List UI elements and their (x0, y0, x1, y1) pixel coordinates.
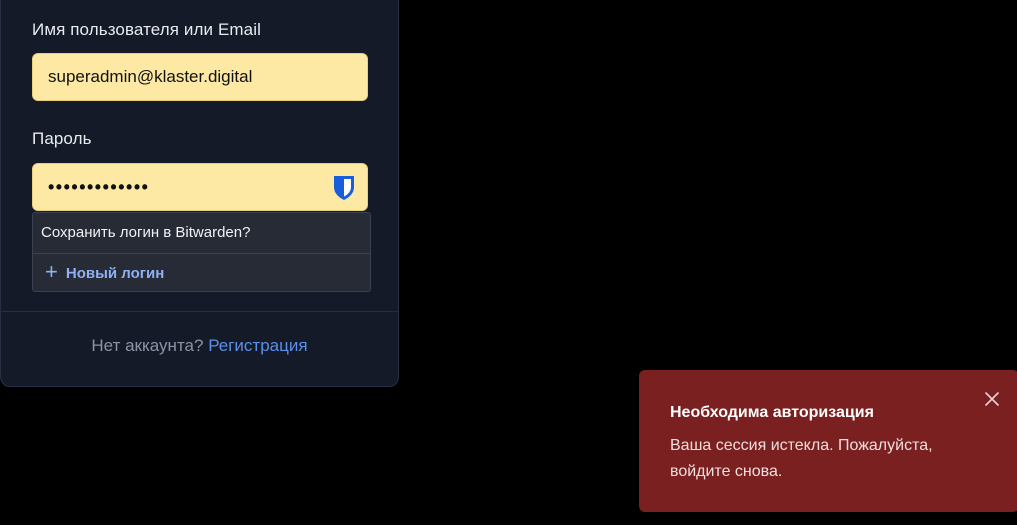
bitwarden-popup-title: Сохранить логин в Bitwarden? (41, 224, 251, 241)
new-login-button[interactable]: + Новый логин (45, 259, 165, 284)
card-divider (1, 311, 398, 312)
password-value: ••••••••••••• (48, 176, 150, 197)
username-label: Имя пользователя или Email (32, 20, 261, 39)
login-card: Имя пользователя или Email superadmin@kl… (0, 0, 399, 387)
close-icon[interactable] (985, 392, 999, 406)
toast-message: Ваша сессия истекла. Пожалуйста, войдите… (670, 437, 933, 480)
bitwarden-shield-icon[interactable] (332, 175, 356, 201)
signup-line: Нет аккаунта? Регистрация (1, 336, 398, 356)
password-input[interactable]: ••••••••••••• (32, 163, 368, 211)
new-login-label: Новый логин (65, 264, 165, 282)
plus-icon: + (45, 259, 58, 284)
password-label: Пароль (32, 129, 92, 148)
signup-link[interactable]: Регистрация (208, 336, 307, 355)
username-input[interactable]: superadmin@klaster.digital (32, 53, 368, 101)
toast-title: Необходима авторизация (670, 404, 874, 421)
popup-divider (33, 253, 370, 254)
signup-prompt: Нет аккаунта? (91, 336, 204, 355)
bitwarden-save-popup: Сохранить логин в Bitwarden? + Новый лог… (32, 212, 371, 292)
auth-required-toast: Необходима авторизация Ваша сессия истек… (639, 370, 1017, 512)
